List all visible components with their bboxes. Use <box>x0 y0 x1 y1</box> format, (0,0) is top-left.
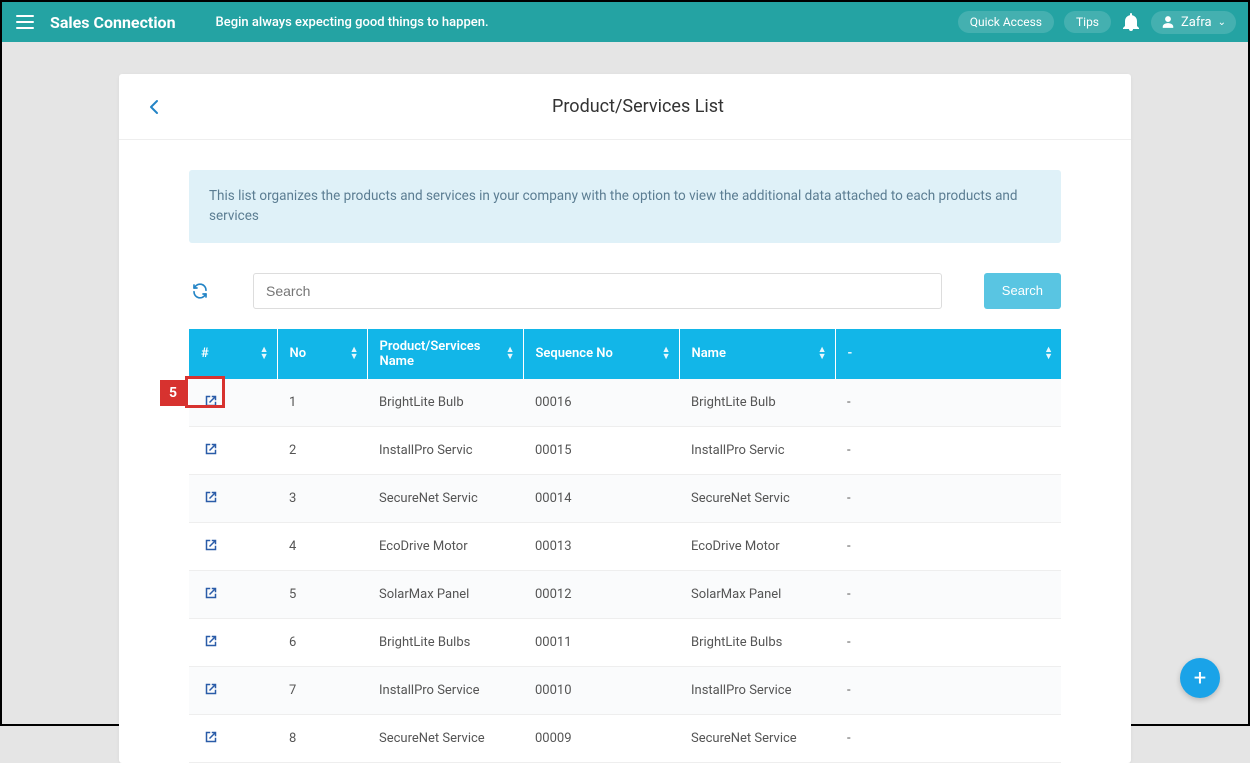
search-button[interactable]: Search <box>984 273 1061 309</box>
cell-no: 8 <box>277 714 367 762</box>
back-button[interactable] <box>141 94 167 120</box>
topbar: Sales Connection Begin always expecting … <box>2 2 1248 42</box>
cell-no: 6 <box>277 618 367 666</box>
tagline-text: Begin always expecting good things to ha… <box>216 15 489 30</box>
cell-psn: InstallPro Service <box>367 666 523 714</box>
bell-icon[interactable] <box>1121 12 1141 32</box>
cell-dash: - <box>835 666 1061 714</box>
cell-dash: - <box>835 426 1061 474</box>
col-hash[interactable]: #▲▼ <box>189 329 277 379</box>
cell-seq: 00016 <box>523 379 679 427</box>
cell-no: 1 <box>277 379 367 427</box>
page-title: Product/Services List <box>167 96 1109 117</box>
col-psn[interactable]: Product/Services Name▲▼ <box>367 329 523 379</box>
search-input[interactable] <box>253 273 942 309</box>
cell-seq: 00012 <box>523 570 679 618</box>
cell-name: SecureNet Servic <box>679 474 835 522</box>
open-icon[interactable] <box>201 631 221 651</box>
cell-name: BrightLite Bulb <box>679 379 835 427</box>
sort-icon: ▲▼ <box>1044 347 1053 361</box>
cell-seq: 00011 <box>523 618 679 666</box>
sort-icon: ▲▼ <box>260 347 269 361</box>
table-row: 2InstallPro Servic00015InstallPro Servic… <box>189 426 1061 474</box>
sort-icon: ▲▼ <box>350 347 359 361</box>
cell-dash: - <box>835 570 1061 618</box>
hamburger-icon[interactable] <box>14 11 36 33</box>
open-icon[interactable] <box>201 727 221 747</box>
col-seq[interactable]: Sequence No▲▼ <box>523 329 679 379</box>
card-body: This list organizes the products and ser… <box>119 140 1131 763</box>
cell-psn: InstallPro Servic <box>367 426 523 474</box>
cell-name: EcoDrive Motor <box>679 522 835 570</box>
cell-no: 2 <box>277 426 367 474</box>
table-row: 6BrightLite Bulbs00011BrightLite Bulbs- <box>189 618 1061 666</box>
add-fab[interactable]: + <box>1180 658 1220 698</box>
cell-no: 5 <box>277 570 367 618</box>
table-row: 7InstallPro Service00010InstallPro Servi… <box>189 666 1061 714</box>
table-row: 5SolarMax Panel00012SolarMax Panel- <box>189 570 1061 618</box>
cell-no: 3 <box>277 474 367 522</box>
table-row: 51BrightLite Bulb00016BrightLite Bulb- <box>189 379 1061 427</box>
cell-name: InstallPro Servic <box>679 426 835 474</box>
open-icon[interactable] <box>201 391 221 411</box>
tips-button[interactable]: Tips <box>1064 11 1111 33</box>
table-row: 4EcoDrive Motor00013EcoDrive Motor- <box>189 522 1061 570</box>
cell-psn: BrightLite Bulb <box>367 379 523 427</box>
cell-name: BrightLite Bulbs <box>679 618 835 666</box>
callout-badge: 5 <box>160 380 186 406</box>
col-no[interactable]: No▲▼ <box>277 329 367 379</box>
col-dash[interactable]: -▲▼ <box>835 329 1061 379</box>
user-name: Zafra <box>1181 15 1212 30</box>
cell-dash: - <box>835 618 1061 666</box>
cell-seq: 00013 <box>523 522 679 570</box>
card-header: Product/Services List <box>119 74 1131 140</box>
open-icon[interactable] <box>201 679 221 699</box>
topbar-right: Quick Access Tips Zafra ⌄ <box>958 11 1236 34</box>
quick-access-button[interactable]: Quick Access <box>958 11 1054 33</box>
cell-name: SecureNet Service <box>679 714 835 762</box>
cell-seq: 00015 <box>523 426 679 474</box>
open-icon[interactable] <box>201 439 221 459</box>
cell-seq: 00009 <box>523 714 679 762</box>
cell-psn: BrightLite Bulbs <box>367 618 523 666</box>
cell-name: SolarMax Panel <box>679 570 835 618</box>
user-menu[interactable]: Zafra ⌄ <box>1151 11 1236 34</box>
refresh-icon[interactable] <box>189 280 211 302</box>
main-card: Product/Services List This list organize… <box>119 74 1131 763</box>
open-icon[interactable] <box>201 583 221 603</box>
cell-dash: - <box>835 522 1061 570</box>
chevron-down-icon: ⌄ <box>1218 17 1226 28</box>
col-name[interactable]: Name▲▼ <box>679 329 835 379</box>
plus-icon: + <box>1194 666 1206 691</box>
info-banner: This list organizes the products and ser… <box>189 170 1061 243</box>
table-wrap: #▲▼ No▲▼ Product/Services Name▲▼ Sequenc… <box>189 329 1061 763</box>
cell-seq: 00014 <box>523 474 679 522</box>
user-icon <box>1161 15 1175 29</box>
cell-no: 4 <box>277 522 367 570</box>
table-row: 8SecureNet Service00009SecureNet Service… <box>189 714 1061 762</box>
sort-icon: ▲▼ <box>818 347 827 361</box>
cell-psn: SecureNet Service <box>367 714 523 762</box>
cell-psn: SolarMax Panel <box>367 570 523 618</box>
cell-dash: - <box>835 474 1061 522</box>
cell-no: 7 <box>277 666 367 714</box>
cell-seq: 00010 <box>523 666 679 714</box>
products-table: #▲▼ No▲▼ Product/Services Name▲▼ Sequenc… <box>189 329 1061 763</box>
table-row: 3SecureNet Servic00014SecureNet Servic- <box>189 474 1061 522</box>
sort-icon: ▲▼ <box>662 347 671 361</box>
brand-title: Sales Connection <box>50 13 176 32</box>
open-icon[interactable] <box>201 487 221 507</box>
cell-name: InstallPro Service <box>679 666 835 714</box>
search-row: Search <box>189 273 1061 309</box>
cell-dash: - <box>835 379 1061 427</box>
open-icon[interactable] <box>201 535 221 555</box>
cell-dash: - <box>835 714 1061 762</box>
cell-psn: SecureNet Servic <box>367 474 523 522</box>
cell-psn: EcoDrive Motor <box>367 522 523 570</box>
sort-icon: ▲▼ <box>506 347 515 361</box>
